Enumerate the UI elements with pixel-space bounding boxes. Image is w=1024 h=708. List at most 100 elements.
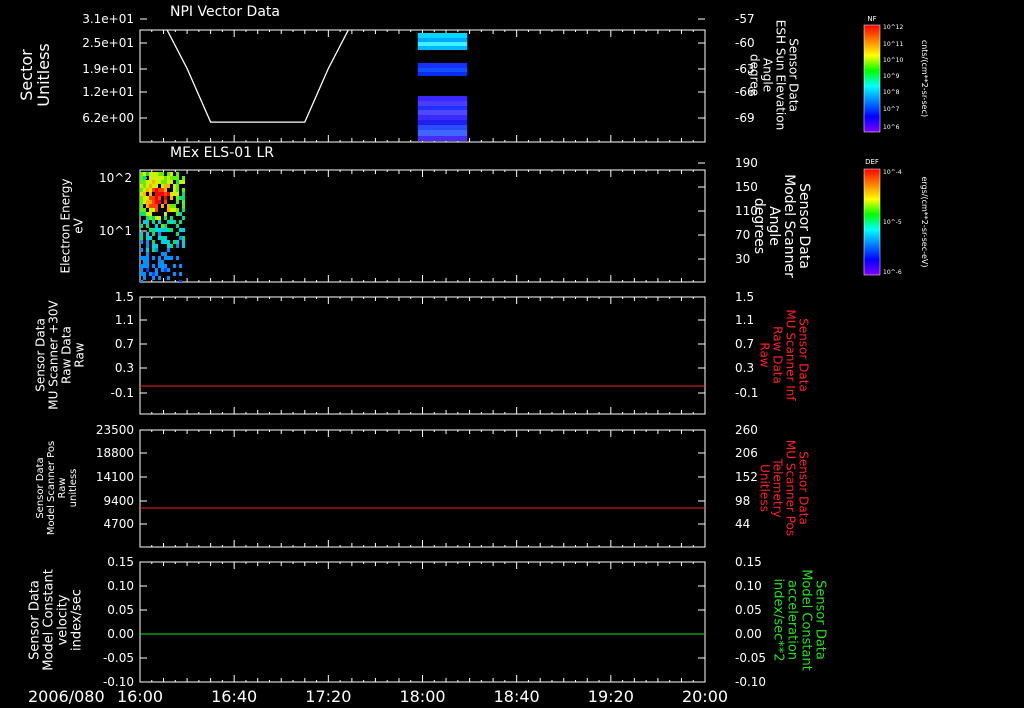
- axis-label-line: degree: [748, 54, 762, 96]
- spectrogram-cell: [143, 172, 146, 176]
- axis-label-line: Sensor Data: [797, 451, 811, 525]
- y-tick-label-left: -0.1: [111, 386, 134, 400]
- spectrogram-cell: [155, 188, 158, 192]
- axis-label-line: Model Scanner Pos: [46, 441, 57, 535]
- date-label: 2006/080: [28, 687, 105, 706]
- axis-label-line: Raw: [57, 477, 68, 498]
- spectrogram-cell: [176, 240, 179, 244]
- y-tick-label-left: 1.2e+01: [82, 85, 134, 99]
- spectrogram-cell: [149, 204, 152, 208]
- spectrogram-cell: [167, 220, 170, 224]
- axis-label-line: MU Scanner Inf: [784, 309, 798, 401]
- spectrogram-cell: [140, 280, 143, 282]
- spectrogram-cell: [140, 204, 143, 208]
- axis-label-ylabel_left: Electron Energy eV: [59, 178, 86, 273]
- spectrogram-cell: [146, 196, 149, 200]
- spectrogram-cell: [143, 260, 146, 264]
- spectrogram-cell: [146, 236, 149, 240]
- spectrogram-cell: [167, 244, 170, 248]
- axis-label-line: Raw: [758, 342, 772, 367]
- els-spectrogram: [140, 172, 185, 282]
- spectrogram-cell: [176, 212, 179, 216]
- spectrogram-cell: [158, 192, 161, 196]
- spectrogram-cell: [164, 176, 167, 180]
- spectrogram-cell: [140, 236, 143, 240]
- spectrogram-cell: [140, 268, 143, 272]
- spectrogram-cell: [146, 216, 149, 220]
- spectrogram-cell: [143, 264, 146, 268]
- colorbar-tick: 10^-4: [883, 169, 902, 176]
- spectrogram-cell: [143, 192, 146, 196]
- spectrogram-cell: [149, 184, 152, 188]
- spectrogram-cell: [146, 200, 149, 204]
- y-tick-label-left: 6.2e+00: [82, 111, 134, 125]
- spectrogram-cell: [167, 268, 170, 272]
- spectrogram-cell: [155, 228, 158, 232]
- y-tick-label-left: 2.5e+01: [82, 36, 134, 50]
- axis-label-line: Unitless: [34, 43, 53, 107]
- spectrogram-cell: [158, 256, 161, 260]
- spectrogram-cell: [164, 264, 167, 268]
- spectrogram-cell: [155, 268, 158, 272]
- spectrogram-cell: [149, 272, 152, 276]
- axis-label-ylabel_right: Sensor DataESH Sun ElevationAngledegree: [748, 20, 801, 130]
- y-tick-label-right: -60: [735, 36, 755, 50]
- spectrogram-cell: [173, 204, 176, 208]
- axis-label-line: index/sec: [69, 589, 84, 651]
- spectrogram-cell: [164, 184, 167, 188]
- spectrogram-cell: [155, 244, 158, 248]
- spectrogram-cell: [167, 176, 170, 180]
- spectrogram-cell: [182, 180, 185, 184]
- heatmap-cell: [417, 120, 468, 125]
- spectrogram-cell: [167, 204, 170, 208]
- spectrogram-cell: [179, 228, 182, 232]
- spectrogram-cell: [164, 268, 167, 272]
- spectrogram-cell: [170, 256, 173, 260]
- y-tick-label-right: 30: [735, 252, 750, 266]
- spectrogram-cell: [158, 176, 161, 180]
- multi-panel-plot: NPI Vector Data 3.1e+01 2.5e+01 1.9e+01 1.2e…: [17, 4, 929, 706]
- panel-1-title: NPI Vector Data: [170, 4, 280, 20]
- spectrogram-cell: [176, 224, 179, 228]
- spectrogram-cell: [182, 176, 185, 180]
- spectrogram-cell: [182, 208, 185, 212]
- axis-label-line: Model Constant: [41, 569, 56, 671]
- heatmap-cell: [417, 101, 468, 106]
- spectrogram-cell: [143, 200, 146, 204]
- heatmap-cell: [417, 38, 468, 42]
- colorbar-tick: 10^9: [883, 73, 900, 80]
- axis-label-line: ESH Sun Elevation: [774, 20, 788, 130]
- spectrogram-cell: [155, 200, 158, 204]
- spectrogram-cell: [161, 192, 164, 196]
- axis-label-line: Sensor Data: [797, 318, 811, 392]
- spectrogram-cell: [146, 256, 149, 260]
- spectrogram-cell: [167, 248, 170, 252]
- axis-label-line: Sensor Data: [35, 457, 46, 518]
- spectrogram-cell: [152, 208, 155, 212]
- spectrogram-cell: [176, 208, 179, 212]
- spectrogram-cell: [173, 184, 176, 188]
- y-tick-label-left: 0.10: [107, 579, 134, 593]
- spectrogram-cell: [170, 216, 173, 220]
- spectrogram-cell: [179, 264, 182, 268]
- spectrogram-cell: [146, 172, 149, 176]
- y-tick-label-left: 0.3: [115, 361, 134, 375]
- time-tick-label: 19:20: [588, 687, 634, 706]
- spectrogram-cell: [161, 184, 164, 188]
- spectrogram-cell: [146, 260, 149, 264]
- spectrogram-cell: [152, 184, 155, 188]
- axis-label-line: degrees: [751, 198, 767, 254]
- y-tick-label-right: -0.10: [735, 675, 766, 689]
- spectrogram-cell: [140, 232, 143, 236]
- spectrogram-cell: [173, 208, 176, 212]
- spectrogram-cell: [176, 232, 179, 236]
- spectrogram-cell: [182, 192, 185, 196]
- y-tick-label-left: 1.1: [115, 313, 134, 327]
- spectrogram-cell: [161, 252, 164, 256]
- spectrogram-cell: [140, 264, 143, 268]
- colorbar-title: NF: [867, 15, 876, 23]
- spectrogram-cell: [152, 240, 155, 244]
- spectrogram-cell: [143, 256, 146, 260]
- spectrogram-cell: [149, 180, 152, 184]
- spectrogram-cell: [164, 200, 167, 204]
